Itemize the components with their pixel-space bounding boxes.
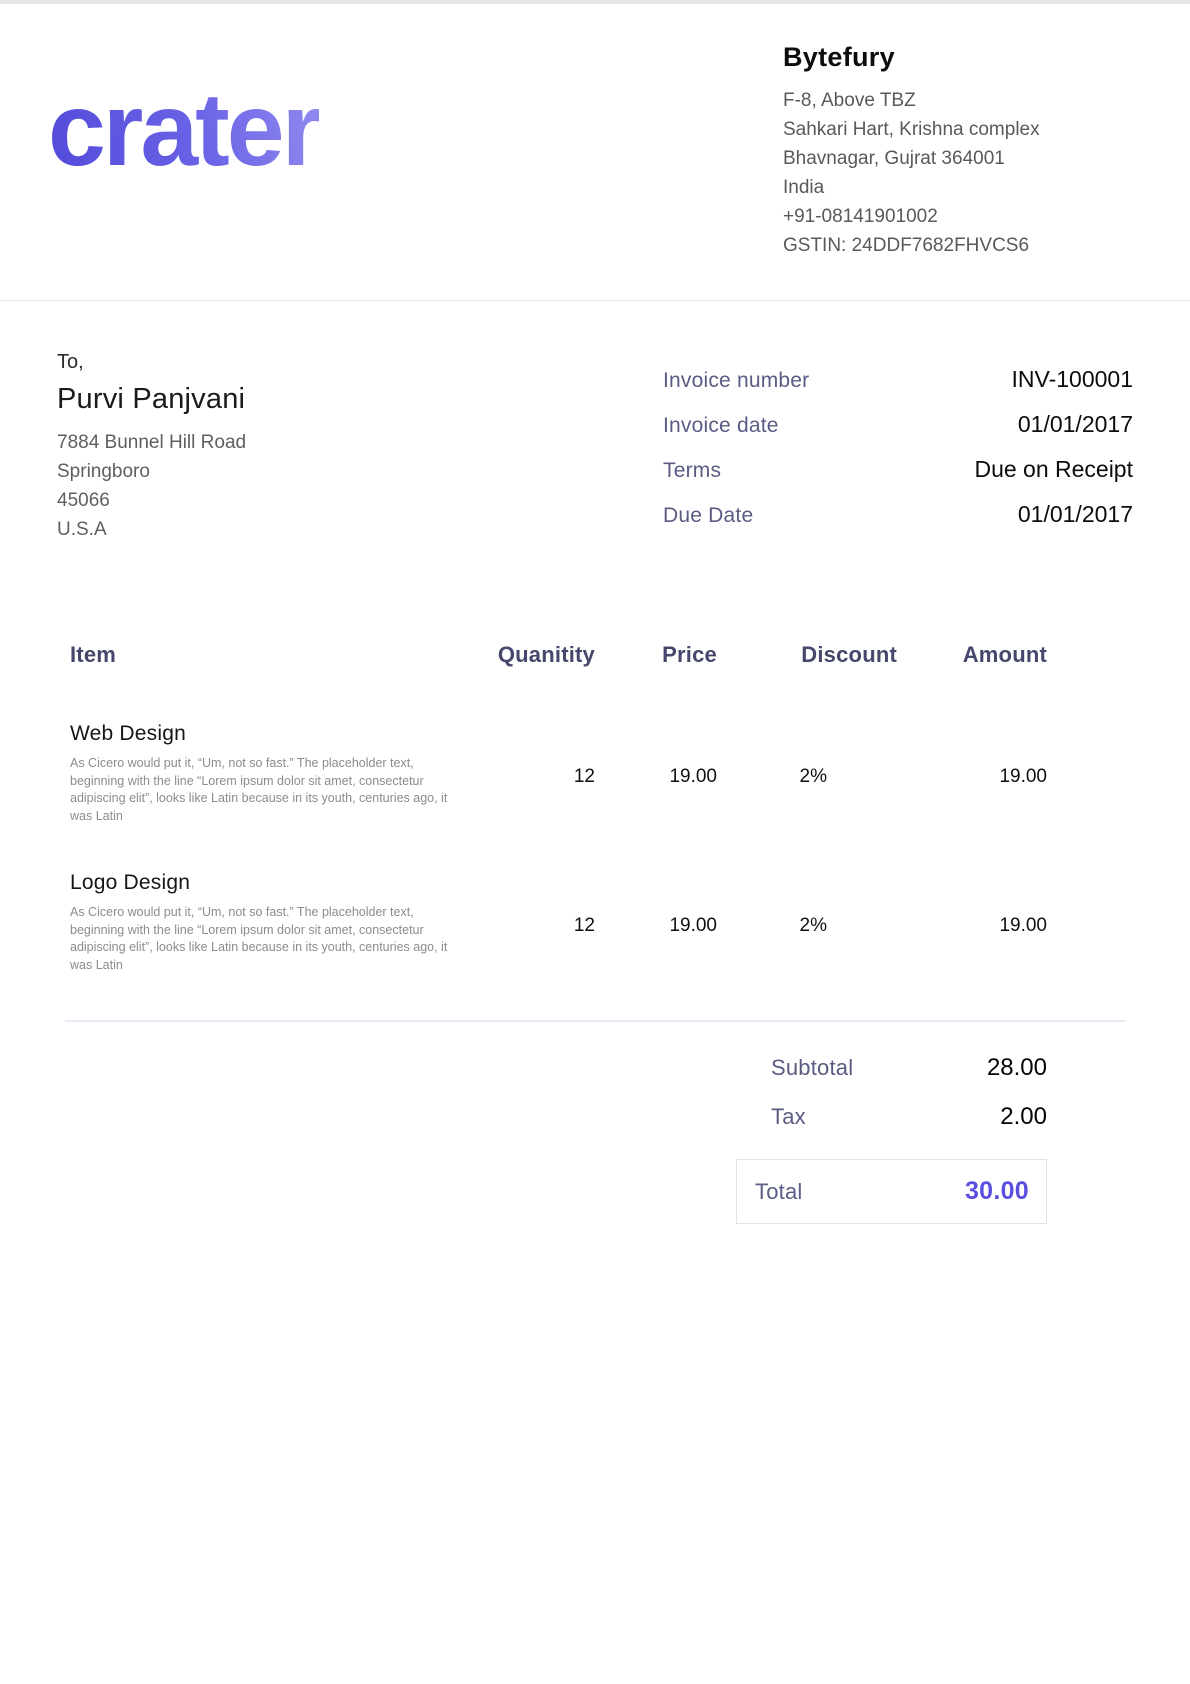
item-amount: 19.00 <box>897 871 1047 974</box>
item-cell: Logo Design As Cicero would put it, “Um,… <box>70 871 465 974</box>
item-cell: Web Design As Cicero would put it, “Um, … <box>70 722 465 825</box>
item-discount: 2% <box>717 871 897 974</box>
subtotal-row: Subtotal 28.00 <box>0 1054 1047 1082</box>
column-header-amount: Amount <box>897 642 1047 668</box>
due-date-row: Due Date 01/01/2017 <box>663 501 1133 528</box>
grand-total-value: 30.00 <box>965 1177 1029 1206</box>
column-header-quantity: Quanitity <box>465 642 595 668</box>
item-quantity: 12 <box>465 871 595 974</box>
company-address-line: F-8, Above TBZ <box>783 86 1135 115</box>
item-price: 19.00 <box>595 871 717 974</box>
invoice-header: crater Bytefury F-8, Above TBZ Sahkari H… <box>0 4 1190 301</box>
company-address-line: India <box>783 173 1135 202</box>
items-table: Item Quanitity Price Discount Amount Web… <box>0 642 1190 974</box>
item-price: 19.00 <box>595 722 717 825</box>
subtotal-value: 28.00 <box>987 1054 1047 1082</box>
column-header-discount: Discount <box>717 642 897 668</box>
customer-address-line: Springboro <box>57 457 246 486</box>
totals-section: Subtotal 28.00 Tax 2.00 Total 30.00 <box>0 1054 1190 1224</box>
invoice-date-row: Invoice date 01/01/2017 <box>663 411 1133 438</box>
item-name: Logo Design <box>70 871 465 895</box>
company-name: Bytefury <box>783 42 1135 73</box>
customer-name: Purvi Panjvani <box>57 383 246 416</box>
items-totals-divider <box>65 1020 1125 1022</box>
invoice-date-label: Invoice date <box>663 414 779 438</box>
tax-label: Tax <box>771 1104 806 1130</box>
crater-logo: crater <box>48 78 319 182</box>
tax-row: Tax 2.00 <box>0 1103 1047 1131</box>
company-block: Bytefury F-8, Above TBZ Sahkari Hart, Kr… <box>783 38 1135 260</box>
tax-value: 2.00 <box>1000 1103 1047 1131</box>
items-table-header-row: Item Quanitity Price Discount Amount <box>0 642 1190 668</box>
customer-address-line: 45066 <box>57 486 246 515</box>
item-description: As Cicero would put it, “Um, not so fast… <box>70 755 465 825</box>
customer-address-line: 7884 Bunnel Hill Road <box>57 428 246 457</box>
company-address-line: Sahkari Hart, Krishna complex <box>783 115 1135 144</box>
column-header-item: Item <box>70 642 465 668</box>
invoice-meta-block: Invoice number INV-100001 Invoice date 0… <box>663 366 1133 546</box>
column-header-price: Price <box>595 642 717 668</box>
company-gstin: GSTIN: 24DDF7682FHVCS6 <box>783 231 1135 260</box>
customer-address-line: U.S.A <box>57 515 246 544</box>
bill-to-block: To, Purvi Panjvani 7884 Bunnel Hill Road… <box>57 351 246 546</box>
company-phone: +91-08141901002 <box>783 202 1135 231</box>
grand-total-label: Total <box>755 1179 802 1205</box>
invoice-number-value: INV-100001 <box>1012 366 1133 393</box>
item-amount: 19.00 <box>897 722 1047 825</box>
terms-row: Terms Due on Receipt <box>663 456 1133 483</box>
company-address-line: Bhavnagar, Gujrat 364001 <box>783 144 1135 173</box>
terms-value: Due on Receipt <box>974 456 1133 483</box>
subtotal-label: Subtotal <box>771 1055 853 1081</box>
to-label: To, <box>57 351 246 374</box>
due-date-value: 01/01/2017 <box>1018 501 1133 528</box>
billing-and-meta-section: To, Purvi Panjvani 7884 Bunnel Hill Road… <box>0 301 1190 546</box>
item-name: Web Design <box>70 722 465 746</box>
table-row: Logo Design As Cicero would put it, “Um,… <box>0 871 1190 974</box>
item-description: As Cicero would put it, “Um, not so fast… <box>70 904 465 974</box>
table-row: Web Design As Cicero would put it, “Um, … <box>0 722 1190 825</box>
invoice-number-row: Invoice number INV-100001 <box>663 366 1133 393</box>
grand-total-box: Total 30.00 <box>736 1159 1047 1224</box>
invoice-number-label: Invoice number <box>663 369 809 393</box>
item-discount: 2% <box>717 722 897 825</box>
item-quantity: 12 <box>465 722 595 825</box>
due-date-label: Due Date <box>663 504 753 528</box>
invoice-date-value: 01/01/2017 <box>1018 411 1133 438</box>
terms-label: Terms <box>663 459 721 483</box>
